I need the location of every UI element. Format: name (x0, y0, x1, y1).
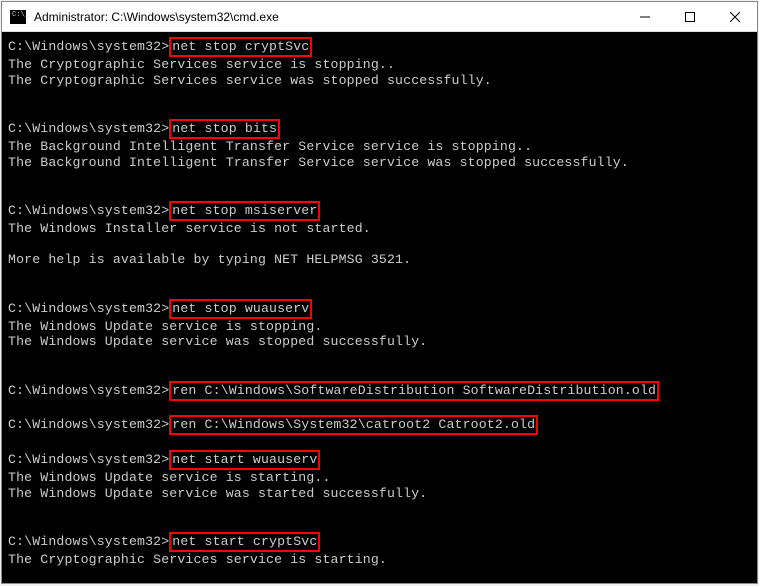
blank-line (8, 350, 757, 366)
blank-line (8, 170, 757, 186)
terminal-command-line: C:\Windows\system32>net stop msiserver (8, 202, 757, 221)
prompt: C:\Windows\system32> (8, 121, 169, 136)
prompt: C:\Windows\system32> (8, 452, 169, 467)
highlighted-command: net start wuauserv (169, 450, 320, 470)
blank-line (8, 501, 757, 517)
cmd-window: Administrator: C:\Windows\system32\cmd.e… (1, 1, 758, 584)
terminal-command-line: C:\Windows\system32>net start cryptSvc (8, 533, 757, 552)
cmd-icon (10, 10, 26, 24)
blank-line (8, 268, 757, 284)
highlighted-command: net stop msiserver (169, 201, 320, 221)
blank-line (8, 517, 757, 533)
highlighted-command: net stop bits (169, 119, 280, 139)
terminal-output-line: The Windows Update service was started s… (8, 486, 757, 502)
terminal-output-line: The Cryptographic Services service is st… (8, 57, 757, 73)
window-title: Administrator: C:\Windows\system32\cmd.e… (34, 10, 622, 24)
terminal-command-line: C:\Windows\system32>net stop wuauserv (8, 300, 757, 319)
minimize-button[interactable] (622, 2, 667, 31)
prompt: C:\Windows\system32> (8, 203, 169, 218)
prompt: C:\Windows\system32> (8, 417, 169, 432)
terminal-command-line: C:\Windows\system32>net stop cryptSvc (8, 38, 757, 57)
highlighted-command: ren C:\Windows\System32\catroot2 Catroot… (169, 415, 538, 435)
terminal-output-line: The Windows Update service was stopped s… (8, 334, 757, 350)
blank-line (8, 186, 757, 202)
blank-line (8, 366, 757, 382)
terminal-output-line: More help is available by typing NET HEL… (8, 252, 757, 268)
close-button[interactable] (712, 2, 757, 31)
terminal-output-line: The Windows Update service is stopping. (8, 319, 757, 335)
blank-line (8, 88, 757, 104)
terminal-command-line: C:\Windows\system32>ren C:\Windows\Syste… (8, 416, 757, 435)
blank-line (8, 237, 757, 253)
terminal-output-line: The Windows Installer service is not sta… (8, 221, 757, 237)
terminal-command-line: C:\Windows\system32>net start wuauserv (8, 451, 757, 470)
terminal-output-line: The Cryptographic Services service is st… (8, 552, 757, 568)
highlighted-command: net start cryptSvc (169, 532, 320, 552)
terminal-output-line: The Windows Update service is starting.. (8, 470, 757, 486)
highlighted-command: ren C:\Windows\SoftwareDistribution Soft… (169, 381, 659, 401)
prompt: C:\Windows\system32> (8, 39, 169, 54)
highlighted-command: net stop wuauserv (169, 299, 312, 319)
terminal-output-line: The Background Intelligent Transfer Serv… (8, 139, 757, 155)
blank-line (8, 401, 757, 417)
window-controls (622, 2, 757, 31)
prompt: C:\Windows\system32> (8, 383, 169, 398)
prompt: C:\Windows\system32> (8, 301, 169, 316)
terminal-command-line: C:\Windows\system32>ren C:\Windows\Softw… (8, 382, 757, 401)
terminal-output-line: The Background Intelligent Transfer Serv… (8, 155, 757, 171)
terminal-command-line: C:\Windows\system32>net stop bits (8, 120, 757, 139)
blank-line (8, 284, 757, 300)
maximize-button[interactable] (667, 2, 712, 31)
blank-line (8, 104, 757, 120)
prompt: C:\Windows\system32> (8, 534, 169, 549)
terminal-area[interactable]: C:\Windows\system32>net stop cryptSvcThe… (2, 32, 757, 583)
blank-line (8, 435, 757, 451)
highlighted-command: net stop cryptSvc (169, 37, 312, 57)
terminal-output-line: The Cryptographic Services service was s… (8, 73, 757, 89)
title-bar[interactable]: Administrator: C:\Windows\system32\cmd.e… (2, 2, 757, 32)
